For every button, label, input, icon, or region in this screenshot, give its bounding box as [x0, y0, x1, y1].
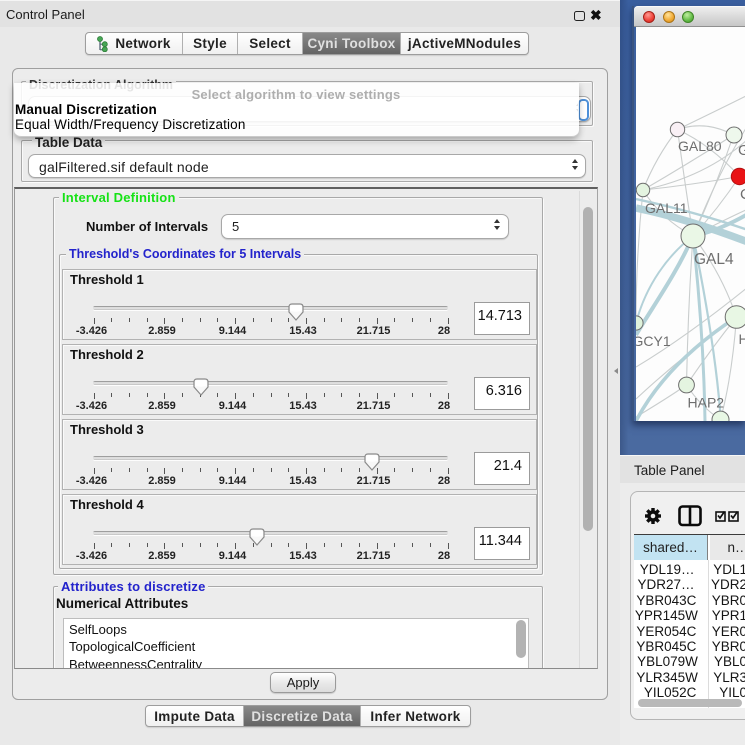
svg-text:GCY1: GCY1 [636, 333, 671, 349]
svg-text:H: H [738, 331, 745, 347]
svg-text:GAL80: GAL80 [678, 138, 722, 154]
svg-text:HAP2: HAP2 [687, 395, 724, 411]
svg-text:GAL11: GAL11 [645, 200, 688, 216]
svg-text:C: C [740, 186, 745, 203]
svg-text:GAL4: GAL4 [694, 251, 734, 268]
svg-text:G: G [738, 142, 745, 159]
